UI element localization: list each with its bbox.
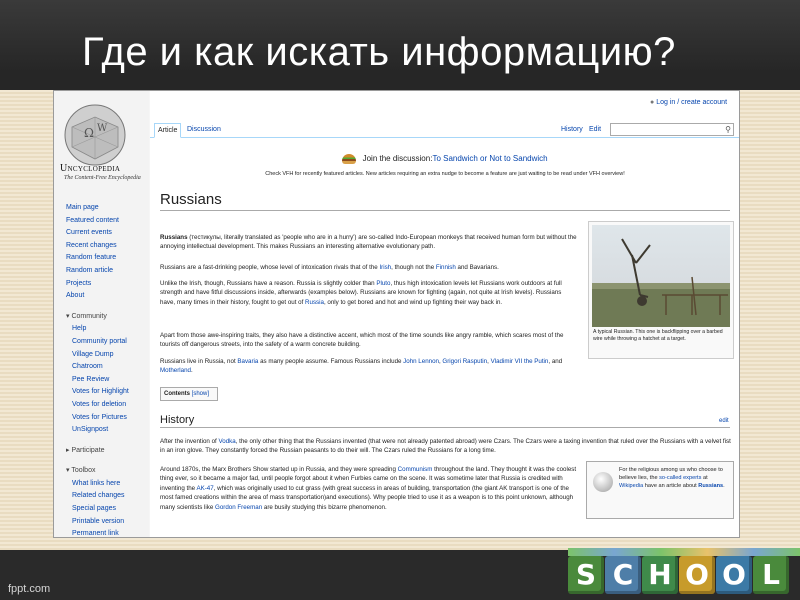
article-paragraph-3: Unlike the Irish, though, Russians have … (160, 280, 562, 306)
site-logo-subtitle: The Content-Free Encyclopedia (64, 175, 141, 181)
nav-votes-for-highlight[interactable]: Votes for Highlight (72, 386, 146, 399)
nav-unsignpost[interactable]: UnSignpost (72, 424, 146, 437)
wikipedia-notice-text: For the religious among us who choose to… (619, 467, 725, 489)
history-paragraph-2: Around 1870s, the Marx Brothers Show sta… (160, 466, 577, 511)
putin-link[interactable]: Vladimir VII the Putin (491, 358, 549, 365)
sandwich-discussion-link[interactable]: To Sandwich or Not to Sandwich (432, 154, 547, 163)
gordon-freeman-link[interactable]: Gordon Freeman (215, 504, 262, 511)
school-block-letter: S (568, 556, 604, 594)
article-paragraph-4: Apart from those awe-inspiring traits, t… (160, 332, 564, 349)
nav-special-pages[interactable]: Special pages (72, 503, 146, 516)
svg-text:Ω: Ω (84, 126, 94, 140)
nav-votes-for-deletion[interactable]: Votes for deletion (72, 399, 146, 412)
school-block-letter: O (679, 556, 715, 594)
communism-link[interactable]: Communism (398, 466, 433, 473)
article-content: ● Log in / create account Article Discus… (150, 91, 739, 537)
tab-article[interactable]: Article (154, 123, 182, 138)
nav-community-heading[interactable]: ▾ Community (66, 311, 146, 324)
nav-recent-changes[interactable]: Recent changes (66, 240, 146, 253)
footer-brand: fppt.com (8, 583, 51, 595)
pluto-link[interactable]: Pluto (376, 280, 390, 287)
nav-votes-for-pictures[interactable]: Votes for Pictures (72, 412, 146, 425)
nav-participate-heading[interactable]: ▸ Participate (66, 445, 146, 458)
site-notice: Join the discussion:To Sandwich or Not t… (150, 154, 739, 164)
vfh-notice: Check VFH for recently featured articles… (265, 171, 625, 177)
article-paragraph-5: Russians live in Russia, not Bavaria as … (160, 358, 563, 375)
john-lennon-link[interactable]: John Lennon (403, 358, 439, 365)
blocks-top-edge (568, 548, 800, 556)
nav-about[interactable]: About (66, 290, 146, 303)
browser-screenshot: Ω W Uncyclopedia The Content-Free Encycl… (53, 90, 740, 538)
school-block-letter: O (716, 556, 752, 594)
wikipedia-notice-box: For the religious among us who choose to… (586, 461, 734, 519)
history-paragraph-1: After the invention of Vodka, the only o… (160, 438, 731, 455)
tab-discussion[interactable]: Discussion (184, 123, 224, 136)
school-block-letter: L (753, 556, 789, 594)
article-thumbnail: A typical Russian. This one is backflipp… (588, 221, 734, 359)
nav-toolbox-heading[interactable]: ▾ Toolbox (66, 465, 146, 478)
thumbnail-caption: A typical Russian. This one is backflipp… (593, 329, 723, 342)
school-block-letter: H (642, 556, 678, 594)
nav-projects[interactable]: Projects (66, 278, 146, 291)
so-called-experts-link[interactable]: so-called experts (659, 475, 701, 481)
nav-what-links-here[interactable]: What links here (72, 478, 146, 491)
vodka-link[interactable]: Vodka (218, 438, 235, 445)
article-paragraph-2: Russians are a fast-drinking people, who… (160, 264, 499, 271)
user-icon: ● (650, 99, 655, 106)
rasputin-link[interactable]: Grigori Rasputin (442, 358, 487, 365)
tab-edit[interactable]: Edit (586, 123, 604, 136)
nav-village-dump[interactable]: Village Dump (72, 349, 146, 362)
wikipedia-link[interactable]: Wikipedia (619, 483, 643, 489)
login-link[interactable]: ● Log in / create account (650, 99, 727, 106)
nav-random-article[interactable]: Random article (66, 265, 146, 278)
page-title: Russians (160, 191, 730, 211)
ak47-link[interactable]: AK-47 (196, 485, 213, 492)
nav-featured-content[interactable]: Featured content (66, 215, 146, 228)
nav-current-events[interactable]: Current events (66, 227, 146, 240)
history-edit-link[interactable]: edit (719, 418, 729, 424)
nav-printable-version[interactable]: Printable version (72, 516, 146, 529)
irish-link[interactable]: Irish (379, 264, 391, 271)
tab-history[interactable]: History (558, 123, 586, 136)
nav-random-feature[interactable]: Random feature (66, 252, 146, 265)
school-blocks-decoration: S C H O O L (568, 548, 800, 600)
nav-main-page[interactable]: Main page (66, 202, 146, 215)
history-section-heading: History (160, 414, 730, 428)
russia-link[interactable]: Russia (305, 299, 324, 306)
nav-related-changes[interactable]: Related changes (72, 490, 146, 503)
table-of-contents: Contents [show] (160, 387, 218, 401)
nav-pee-review[interactable]: Pee Review (72, 374, 146, 387)
motherland-link[interactable]: Motherland (160, 367, 191, 374)
russians-wikipedia-link[interactable]: Russians (698, 483, 723, 489)
site-logo-title[interactable]: Uncyclopedia (60, 163, 148, 174)
wikipedia-globe-icon (593, 472, 613, 492)
sandwich-icon (342, 154, 357, 164)
nav-help[interactable]: Help (72, 323, 146, 336)
nav-permanent-link[interactable]: Permanent link (72, 528, 146, 537)
school-block-letter: C (605, 556, 641, 594)
search-input[interactable]: ⚲ (610, 123, 734, 136)
sidebar-navigation: Main page Featured content Current event… (66, 202, 146, 537)
slide-title: Где и как искать информацию? (82, 30, 676, 74)
backflip-scene-icon (592, 238, 730, 327)
article-paragraph-1: Russians (тестикулы, literally translate… (160, 234, 577, 251)
svg-text:W: W (97, 123, 108, 134)
toc-show-toggle[interactable]: [show] (192, 391, 209, 397)
bavaria-link[interactable]: Bavaria (237, 358, 258, 365)
backflip-photo[interactable] (592, 225, 730, 327)
sidebar: Ω W Uncyclopedia The Content-Free Encycl… (54, 91, 149, 537)
puzzle-globe-logo-icon: Ω W (64, 104, 126, 166)
finnish-link[interactable]: Finnish (436, 264, 456, 271)
search-icon[interactable]: ⚲ (725, 125, 731, 134)
nav-chatroom[interactable]: Chatroom (72, 361, 146, 374)
nav-community-portal[interactable]: Community portal (72, 336, 146, 349)
